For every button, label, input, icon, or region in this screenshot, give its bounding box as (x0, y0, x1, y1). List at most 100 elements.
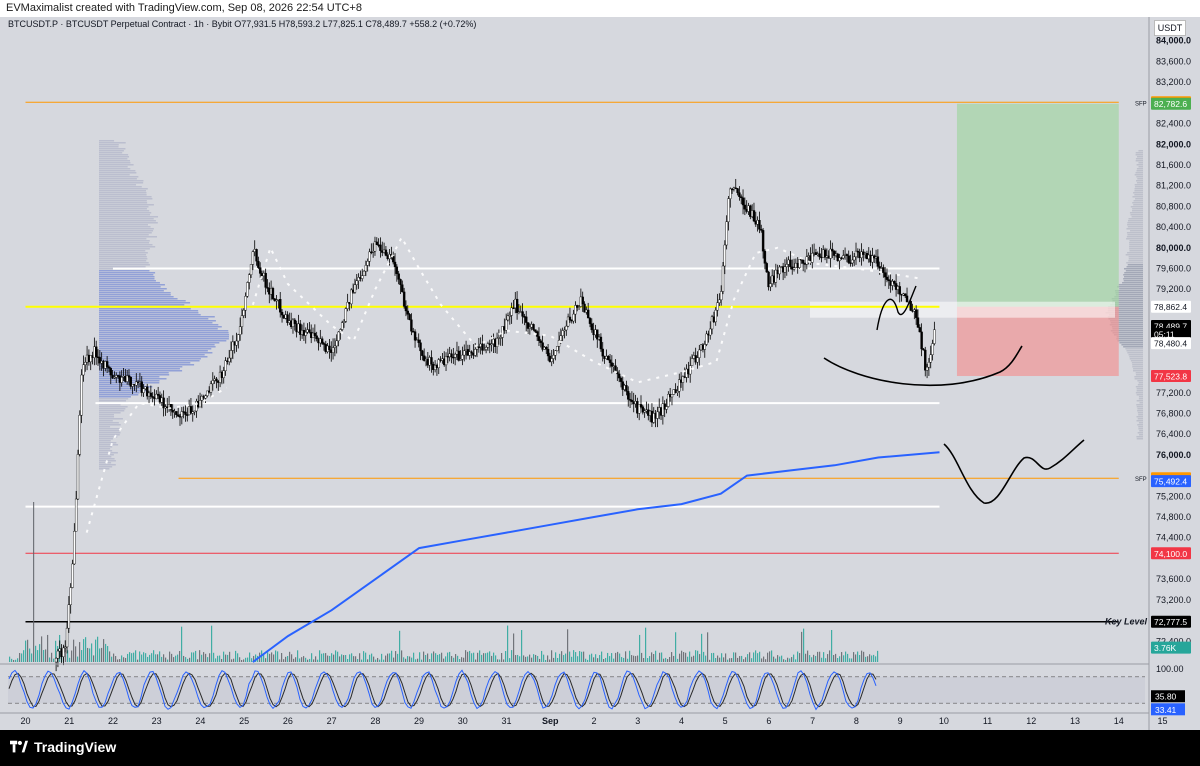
candle[interactable] (304, 331, 307, 336)
candle[interactable] (608, 359, 612, 363)
candle[interactable] (914, 309, 918, 318)
candle[interactable] (521, 311, 524, 317)
candle[interactable] (320, 338, 324, 344)
candle[interactable] (127, 375, 131, 378)
candle[interactable] (534, 329, 537, 332)
candle[interactable] (601, 348, 604, 357)
candle[interactable] (175, 411, 178, 415)
price-chart[interactable]: SFP SFP Key Level 84,000.0 83,600.0 83,200.0… (0, 0, 1200, 730)
candle[interactable] (918, 327, 921, 333)
candle[interactable] (933, 329, 936, 344)
highlight-box[interactable] (810, 301, 1115, 318)
candle[interactable] (71, 563, 74, 588)
candle[interactable] (761, 230, 765, 252)
candle[interactable] (898, 286, 901, 295)
candle[interactable] (627, 391, 630, 400)
candle[interactable] (545, 347, 548, 350)
candle[interactable] (696, 357, 699, 363)
candle[interactable] (408, 314, 411, 321)
candle[interactable] (264, 272, 267, 288)
candle[interactable] (831, 248, 834, 252)
candle[interactable] (783, 266, 787, 273)
candle[interactable] (73, 531, 76, 565)
candle[interactable] (437, 359, 440, 368)
candle[interactable] (709, 328, 712, 336)
candle[interactable] (109, 368, 112, 376)
candle[interactable] (74, 498, 78, 532)
candle[interactable] (920, 331, 923, 350)
candle[interactable] (78, 414, 81, 455)
candle[interactable] (80, 374, 83, 416)
candle[interactable] (670, 394, 674, 398)
candle[interactable] (723, 244, 727, 267)
candle[interactable] (639, 404, 643, 407)
candle[interactable] (532, 324, 535, 330)
candle[interactable] (142, 388, 145, 393)
candle[interactable] (235, 340, 238, 346)
candle[interactable] (368, 251, 371, 262)
candle[interactable] (599, 336, 603, 350)
candle[interactable] (931, 343, 934, 355)
candle[interactable] (255, 249, 258, 262)
candle[interactable] (105, 361, 109, 368)
candle[interactable] (331, 347, 335, 353)
candle[interactable] (885, 276, 889, 280)
candle[interactable] (676, 391, 679, 393)
candle[interactable] (893, 281, 896, 284)
candle[interactable] (769, 283, 772, 288)
candle[interactable] (528, 326, 532, 329)
candle[interactable] (251, 251, 255, 265)
candle[interactable] (741, 197, 745, 206)
candle[interactable] (430, 357, 433, 365)
candle[interactable] (344, 308, 348, 322)
candle[interactable] (279, 299, 282, 313)
candle[interactable] (716, 302, 719, 311)
candle[interactable] (404, 306, 408, 312)
candle[interactable] (211, 380, 215, 385)
candle[interactable] (402, 291, 406, 307)
candle[interactable] (630, 399, 634, 402)
candle[interactable] (718, 299, 721, 303)
candle[interactable] (94, 346, 98, 358)
candle[interactable] (705, 333, 708, 345)
candle[interactable] (333, 345, 337, 348)
candle[interactable] (328, 345, 331, 351)
candle[interactable] (484, 347, 488, 350)
candle[interactable] (925, 366, 929, 371)
candle[interactable] (410, 319, 413, 332)
candle[interactable] (495, 338, 499, 347)
candle[interactable] (729, 188, 732, 199)
candle[interactable] (738, 192, 741, 197)
candle[interactable] (222, 370, 225, 378)
candle[interactable] (927, 362, 931, 368)
candle[interactable] (393, 261, 397, 268)
candle[interactable] (395, 266, 399, 274)
candle[interactable] (361, 275, 364, 279)
candle[interactable] (204, 395, 207, 399)
candle[interactable] (246, 282, 249, 297)
candle[interactable] (237, 334, 240, 342)
candle[interactable] (82, 364, 85, 376)
candle[interactable] (665, 406, 668, 410)
candle[interactable] (335, 340, 338, 347)
candle[interactable] (555, 346, 559, 351)
symbol-legend[interactable]: BTCUSDT.P · BTCUSDT Perpetual Contract ·… (8, 19, 476, 29)
candle[interactable] (198, 400, 202, 408)
candle[interactable] (909, 301, 912, 311)
candle[interactable] (883, 272, 887, 278)
candle[interactable] (215, 378, 218, 382)
candle[interactable] (313, 332, 317, 336)
candle[interactable] (444, 355, 448, 366)
candle[interactable] (656, 411, 659, 419)
candle[interactable] (876, 256, 880, 267)
candle[interactable] (419, 342, 422, 352)
candle[interactable] (852, 256, 856, 261)
candle[interactable] (69, 587, 72, 605)
candle[interactable] (362, 270, 366, 276)
candle[interactable] (258, 267, 262, 274)
candle[interactable] (67, 604, 71, 629)
candle[interactable] (752, 210, 756, 222)
candle[interactable] (249, 264, 253, 275)
candle[interactable] (882, 267, 885, 273)
price-axis[interactable]: 84,000.0 83,600.0 83,200.0 82,400.0 82,000.0… (1148, 17, 1200, 730)
